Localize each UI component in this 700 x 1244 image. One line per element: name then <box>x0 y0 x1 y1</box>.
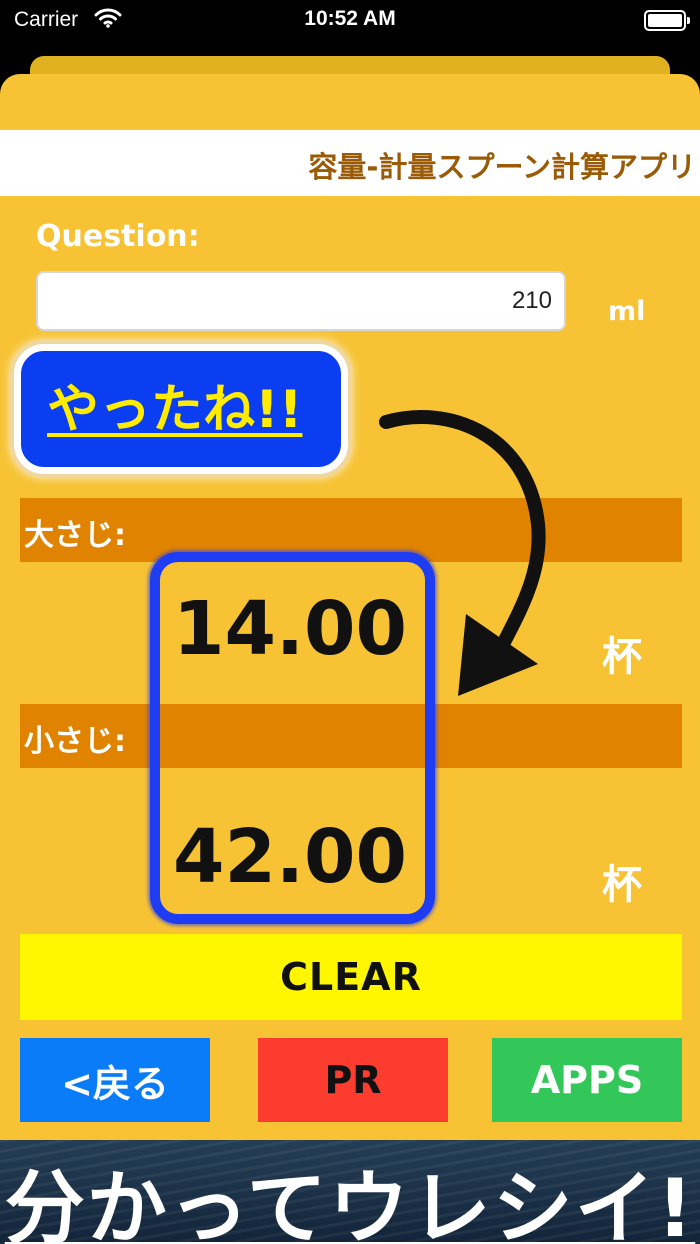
battery-icon <box>644 10 690 31</box>
promo-banner: 分かってウレシイ! <box>0 1140 700 1244</box>
question-label: Question: <box>36 219 200 254</box>
tablespoon-label: 大さじ: <box>24 518 126 553</box>
back-button[interactable]: <戻る <box>20 1038 210 1122</box>
unit-ml-label: ml <box>608 296 646 327</box>
apps-button[interactable]: APPS <box>492 1038 682 1122</box>
yatta-text: やったね!! <box>47 380 303 440</box>
status-time: 10:52 AM <box>304 7 396 30</box>
status-bar: Carrier 10:52 AM <box>0 0 700 40</box>
banner-text: 分かってウレシイ! <box>4 1162 696 1244</box>
teaspoon-unit: 杯 <box>602 862 642 908</box>
tablespoon-unit: 杯 <box>602 634 642 680</box>
calculator-sheet: 容量-計量スプーン計算アプリ Question: ml 大さじ: 14.00 杯… <box>0 74 700 1140</box>
teaspoon-label: 小さじ: <box>24 724 126 759</box>
app-title: 容量-計量スプーン計算アプリ <box>308 150 696 184</box>
yatta-badge: やったね!! <box>14 344 348 474</box>
curved-arrow-icon <box>379 410 546 696</box>
volume-input[interactable] <box>36 271 566 331</box>
clear-button[interactable]: CLEAR <box>20 934 682 1020</box>
pr-button[interactable]: PR <box>258 1038 448 1122</box>
title-bar: 容量-計量スプーン計算アプリ <box>0 130 700 196</box>
